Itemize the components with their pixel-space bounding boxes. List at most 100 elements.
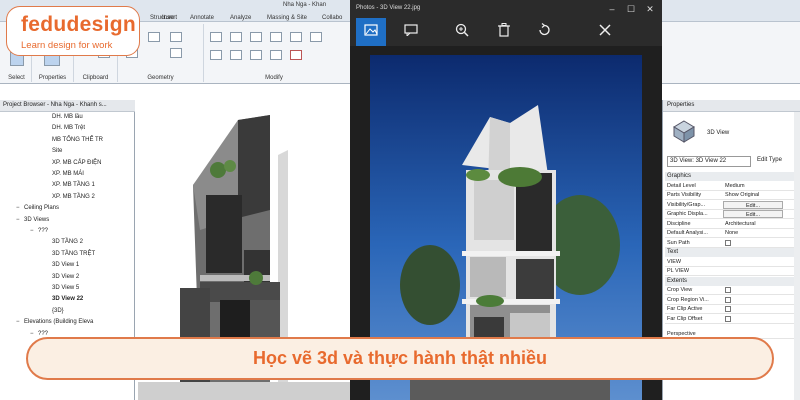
browser-tree-item[interactable]: 3D View 1 — [52, 262, 79, 268]
property-row: Parts Visibility Show Original — [665, 191, 799, 200]
mirror-button[interactable] — [250, 32, 262, 42]
property-key: Default Analysi... — [667, 230, 708, 236]
comment-icon[interactable] — [402, 23, 420, 41]
property-checkbox[interactable] — [725, 296, 731, 303]
revit-title: Nha Nga - Khan — [283, 2, 327, 8]
browser-tree-item[interactable]: Site — [52, 148, 62, 154]
browser-tree-item[interactable]: {3D} — [52, 308, 64, 314]
delete-element-button[interactable] — [290, 50, 302, 60]
photo-icon[interactable] — [356, 18, 386, 46]
logo-brand-text: fedudesign — [21, 13, 137, 36]
tree-expander-icon[interactable]: − — [16, 205, 20, 211]
browser-tree-item[interactable]: 3D View 2 — [52, 274, 79, 280]
browser-tree-item[interactable]: XP. MB TẦNG 1 — [52, 182, 95, 188]
tree-expander-icon[interactable]: − — [30, 331, 34, 337]
property-row: Far Clip Offset — [665, 315, 799, 324]
property-key: Detail Level — [667, 182, 696, 189]
property-row: Graphic Displa... Edit... — [665, 210, 799, 219]
property-value[interactable]: Architectural — [723, 220, 783, 228]
tab-annotate[interactable]: Annotate — [190, 15, 214, 21]
tab-massing-site[interactable]: Massing & Site — [267, 15, 307, 21]
brand-logo: fedudesign Learn design for work — [6, 6, 140, 56]
view-selector-dropdown[interactable]: 3D View: 3D View 22 — [667, 156, 751, 167]
property-row: Crop View — [665, 286, 799, 295]
browser-tree-item[interactable]: ??? — [38, 331, 48, 337]
text-section-header: Text — [665, 248, 799, 257]
modify-group-label: Modify — [265, 75, 283, 81]
property-key: Sun Path — [667, 239, 690, 246]
browser-tree-item[interactable]: 3D TẦNG TRỆT — [52, 251, 95, 257]
trim-button[interactable] — [270, 32, 282, 42]
property-row: Discipline Architectural — [665, 220, 799, 229]
photos-titlebar: Photos - 3D View 22.jpg – ☐ ✕ — [350, 0, 662, 18]
zoom-icon[interactable] — [453, 23, 471, 41]
property-key: VIEW — [667, 258, 682, 265]
browser-tree-item[interactable]: XP. MB TẦNG 2 — [52, 194, 95, 200]
properties-type-name: 3D View — [707, 130, 730, 136]
join-button[interactable] — [148, 32, 160, 42]
array-button[interactable] — [270, 50, 282, 60]
caption-banner: Học vẽ 3d và thực hành thật nhiều — [26, 337, 774, 380]
property-checkbox[interactable] — [725, 287, 731, 293]
minimize-button[interactable]: – — [606, 3, 618, 15]
property-row: Visibility/Grap... Edit... — [665, 200, 799, 210]
align-button[interactable] — [210, 32, 222, 42]
photos-title: Photos - 3D View 22.jpg — [356, 5, 421, 11]
tree-expander-icon[interactable]: − — [16, 217, 20, 223]
select-group-label: Select — [8, 75, 25, 81]
browser-tree-item[interactable]: DH. MB Trệt — [52, 125, 85, 131]
property-key: Visibility/Grap... — [667, 201, 706, 208]
property-value[interactable] — [723, 267, 783, 275]
tree-expander-icon[interactable]: − — [30, 228, 34, 234]
wall-joins-button[interactable] — [170, 32, 182, 42]
property-checkbox[interactable] — [725, 315, 731, 322]
property-row: PL VIEW — [665, 267, 799, 276]
browser-tree-item[interactable]: 3D TẦNG 2 — [52, 239, 83, 245]
move-button[interactable] — [210, 50, 222, 60]
property-value[interactable]: Show Original — [723, 191, 783, 199]
tab-analyze[interactable]: Analyze — [230, 15, 251, 21]
property-value[interactable]: None — [723, 229, 783, 237]
browser-tree-item[interactable]: XP. MB CẤP ĐIỆN — [52, 160, 101, 166]
property-checkbox[interactable] — [725, 306, 731, 312]
property-row: Default Analysi... None — [665, 229, 799, 238]
property-row: Far Clip Active — [665, 305, 799, 314]
paint-button[interactable] — [170, 48, 182, 58]
edit-icon[interactable] — [596, 23, 614, 41]
3d-view-icon — [673, 120, 695, 143]
properties-group-label: Properties — [38, 75, 67, 81]
property-edit-button[interactable]: Edit... — [723, 200, 783, 209]
property-value[interactable] — [723, 258, 783, 266]
property-key: PL VIEW — [667, 268, 690, 274]
rotate-icon[interactable] — [535, 23, 553, 41]
maximize-button[interactable]: ☐ — [625, 3, 637, 15]
edit-type-button[interactable]: Edit Type — [755, 156, 797, 167]
browser-tree-item[interactable]: Ceiling Plans — [24, 205, 59, 211]
browser-tree-item[interactable]: 3D Views — [24, 217, 49, 223]
browser-tree-item[interactable]: 3D View 5 — [52, 285, 79, 291]
tree-expander-icon[interactable]: − — [16, 319, 20, 325]
offset-button[interactable] — [230, 32, 242, 42]
property-value[interactable]: Medium — [723, 182, 783, 190]
pin-button[interactable] — [310, 32, 322, 42]
tab-insert[interactable]: Insert — [162, 15, 177, 21]
browser-tree-item[interactable]: 3D View 22 — [52, 296, 83, 302]
property-row: Crop Region Vi... — [665, 296, 799, 305]
delete-icon[interactable] — [495, 23, 513, 41]
tab-collaborate[interactable]: Collabo — [322, 15, 342, 21]
browser-tree-item[interactable]: MB TỔNG THỂ TR — [52, 137, 103, 143]
rotate-button[interactable] — [250, 50, 262, 60]
split-button[interactable] — [290, 32, 302, 42]
browser-tree-item[interactable]: XP. MB MÁI — [52, 171, 84, 177]
property-checkbox[interactable] — [725, 239, 731, 246]
close-button[interactable]: ✕ — [644, 3, 656, 15]
properties-scrollbar[interactable] — [794, 112, 800, 400]
property-edit-button[interactable]: Edit... — [723, 210, 783, 218]
property-key: Graphic Displa... — [667, 211, 708, 217]
logo-tagline: Learn design for work — [21, 40, 113, 51]
browser-tree-item[interactable]: Elevations (Building Eleva — [24, 319, 93, 325]
property-key: Crop View — [667, 287, 693, 293]
browser-tree-item[interactable]: DH. MB lầu — [52, 114, 83, 120]
copy-element-button[interactable] — [230, 50, 242, 60]
browser-tree-item[interactable]: ??? — [38, 228, 48, 234]
